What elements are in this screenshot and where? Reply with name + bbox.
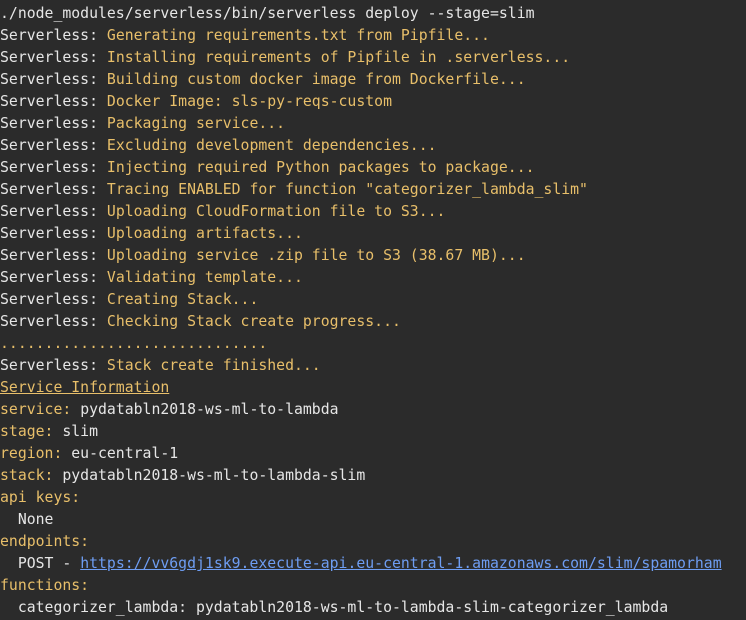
log-message: Uploading artifacts... bbox=[106, 225, 303, 242]
log-prefix: Serverless: bbox=[0, 181, 107, 198]
log-line: Serverless: Excluding development depend… bbox=[0, 135, 746, 157]
log-prefix: Serverless: bbox=[0, 159, 107, 176]
log-prefix: Serverless: bbox=[0, 203, 107, 220]
log-line: Serverless: Uploading artifacts... bbox=[0, 223, 746, 245]
log-line: Serverless: Validating template... bbox=[0, 267, 746, 289]
log-message: Injecting required Python packages to pa… bbox=[106, 159, 535, 176]
log-line: Serverless: Building custom docker image… bbox=[0, 69, 746, 91]
log-line: Serverless: Installing requirements of P… bbox=[0, 47, 746, 69]
log-message: Stack create finished... bbox=[106, 357, 321, 374]
log-message: Docker Image: sls-py-reqs-custom bbox=[106, 93, 392, 110]
log-line: Serverless: Generating requirements.txt … bbox=[0, 25, 746, 47]
command-line: ./node_modules/serverless/bin/serverless… bbox=[0, 5, 535, 22]
heading-text: Service Information bbox=[0, 379, 170, 396]
log-message: Creating Stack... bbox=[106, 291, 259, 308]
info-value: pydatabln2018-ws-ml-to-lambda-slim bbox=[53, 467, 366, 484]
log-message: Generating requirements.txt from Pipfile… bbox=[106, 27, 490, 44]
info-key: functions: bbox=[0, 577, 90, 594]
log-line: Serverless: Injecting required Python pa… bbox=[0, 157, 746, 179]
info-stack-row: stack: pydatabln2018-ws-ml-to-lambda-sli… bbox=[0, 465, 746, 487]
log-message: Excluding development dependencies... bbox=[106, 137, 437, 154]
log-message: Packaging service... bbox=[106, 115, 286, 132]
log-message: Checking Stack create progress... bbox=[106, 313, 401, 330]
log-prefix: Serverless: bbox=[0, 291, 107, 308]
endpoint-method: POST - bbox=[0, 555, 81, 572]
info-api-keys-row: api keys: bbox=[0, 487, 746, 509]
log-line: Serverless: Packaging service... bbox=[0, 113, 746, 135]
info-service-row: service: pydatabln2018-ws-ml-to-lambda bbox=[0, 399, 746, 421]
endpoint-link[interactable]: https://vv6gdj1sk9.execute-api.eu-centra… bbox=[80, 555, 721, 572]
log-line: Serverless: Uploading CloudFormation fil… bbox=[0, 201, 746, 223]
log-prefix: Serverless: bbox=[0, 71, 107, 88]
info-value: eu-central-1 bbox=[62, 445, 179, 462]
info-endpoint-entry: POST - https://vv6gdj1sk9.execute-api.eu… bbox=[0, 553, 746, 575]
progress-dots: .............................. bbox=[0, 335, 268, 352]
info-key: stack: bbox=[0, 467, 54, 484]
log-prefix: Serverless: bbox=[0, 225, 107, 242]
info-region-row: region: eu-central-1 bbox=[0, 443, 746, 465]
info-endpoints-row: endpoints: bbox=[0, 531, 746, 553]
service-info-heading: Service Information bbox=[0, 377, 746, 399]
info-key: stage: bbox=[0, 423, 54, 440]
log-line: Serverless: Uploading service .zip file … bbox=[0, 245, 746, 267]
info-key: service: bbox=[0, 401, 72, 418]
log-message: Building custom docker image from Docker… bbox=[106, 71, 526, 88]
info-api-keys-value: None bbox=[0, 511, 54, 528]
log-line: Serverless: Creating Stack... bbox=[0, 289, 746, 311]
log-prefix: Serverless: bbox=[0, 49, 107, 66]
log-prefix: Serverless: bbox=[0, 115, 107, 132]
log-line: Serverless: Checking Stack create progre… bbox=[0, 311, 746, 333]
info-stage-row: stage: slim bbox=[0, 421, 746, 443]
log-line: Serverless: Tracing ENABLED for function… bbox=[0, 179, 746, 201]
info-functions-row: functions: bbox=[0, 575, 746, 597]
info-key: endpoints: bbox=[0, 533, 90, 550]
log-message: Tracing ENABLED for function "categorize… bbox=[106, 181, 588, 198]
info-value: slim bbox=[53, 423, 98, 440]
log-prefix: Serverless: bbox=[0, 313, 107, 330]
info-key: region: bbox=[0, 445, 63, 462]
log-prefix: Serverless: bbox=[0, 247, 107, 264]
log-prefix: Serverless: bbox=[0, 137, 107, 154]
log-message: Uploading CloudFormation file to S3... bbox=[106, 203, 446, 220]
log-line: Serverless: Stack create finished... bbox=[0, 355, 746, 377]
info-key: api keys: bbox=[0, 489, 81, 506]
log-message: Validating template... bbox=[106, 269, 303, 286]
info-value: pydatabln2018-ws-ml-to-lambda bbox=[71, 401, 339, 418]
info-function-entry: categorizer_lambda: pydatabln2018-ws-ml-… bbox=[0, 599, 669, 616]
log-prefix: Serverless: bbox=[0, 357, 107, 374]
log-prefix: Serverless: bbox=[0, 93, 107, 110]
terminal-output[interactable]: ./node_modules/serverless/bin/serverless… bbox=[0, 0, 746, 620]
log-prefix: Serverless: bbox=[0, 269, 107, 286]
log-prefix: Serverless: bbox=[0, 27, 107, 44]
log-message: Installing requirements of Pipfile in .s… bbox=[106, 49, 571, 66]
log-message: Uploading service .zip file to S3 (38.67… bbox=[106, 247, 526, 264]
log-line: Serverless: Docker Image: sls-py-reqs-cu… bbox=[0, 91, 746, 113]
